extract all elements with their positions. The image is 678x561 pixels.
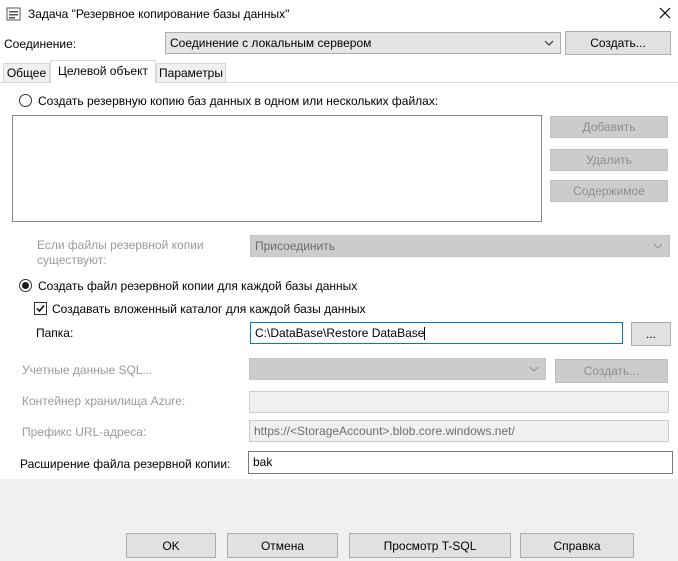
url-prefix-value: https://<StorageAccount>.blob.core.windo… [254,424,515,438]
view-tsql-button[interactable]: Просмотр T-SQL [349,533,511,558]
url-prefix-label: Префикс URL-адреса: [22,425,147,439]
create-connection-button[interactable]: Создать... [565,31,671,55]
chevron-down-icon [653,243,663,249]
text-cursor [424,327,426,341]
radio-backup-to-files-label: Создать резервную копию баз данных в одн… [38,94,439,108]
connection-label: Соединение: [4,37,77,51]
chevron-down-icon [529,366,539,372]
create-subfolder-label: Создавать вложенный каталог для каждой б… [52,302,366,316]
radio-per-database-label: Создать файл резервной копии для каждой … [38,279,358,293]
tab-destination[interactable]: Целевой объект [50,60,156,83]
extension-value: bak [253,455,273,469]
contents-button[interactable]: Содержимое [550,180,668,202]
app-icon [6,7,21,21]
remove-file-button[interactable]: Удалить [550,149,668,171]
folder-input[interactable]: C:\DataBase\Restore DataBase [250,322,623,344]
create-subfolder-checkbox[interactable] [34,302,47,315]
url-prefix-input[interactable]: https://<StorageAccount>.blob.core.windo… [249,420,669,442]
ok-button[interactable]: OK [126,533,216,558]
backup-files-list[interactable] [12,115,542,222]
help-button[interactable]: Справка [520,533,634,558]
tab-general[interactable]: Общее [3,63,50,82]
folder-label: Папка: [36,326,74,340]
sql-credential-select[interactable] [249,358,546,380]
azure-container-input[interactable] [249,391,669,413]
folder-value: C:\DataBase\Restore DataBase [255,326,425,340]
azure-container-label: Контейнер хранилища Azure: [22,394,186,408]
connection-select[interactable]: Соединение с локальным сервером [165,32,561,54]
if-exists-label-line2: существуют: [37,253,107,267]
radio-per-database[interactable] [19,279,32,292]
extension-input[interactable]: bak [248,451,673,474]
browse-folder-button[interactable]: ... [631,322,671,346]
window-title: Задача "Резервное копирование базы данны… [28,7,290,21]
if-exists-value: Присоединить [255,239,336,253]
title-bar: Задача "Резервное копирование базы данны… [0,0,678,28]
radio-backup-to-files[interactable] [19,94,32,107]
add-file-button[interactable]: Добавить [550,116,668,138]
extension-label: Расширение файла резервной копии: [20,457,231,471]
create-credential-button[interactable]: Создать... [555,359,668,383]
if-exists-select[interactable]: Присоединить [250,235,670,257]
sql-credential-label: Учетные данные SQL... [22,363,153,377]
checkmark-icon [36,305,45,313]
chevron-down-icon [544,40,554,46]
if-exists-label-line1: Если файлы резервной копии [37,238,204,252]
tab-options[interactable]: Параметры [156,63,226,82]
connection-value: Соединение с локальным сервером [170,36,372,50]
cancel-button[interactable]: Отмена [227,533,338,558]
close-icon[interactable] [657,5,673,21]
